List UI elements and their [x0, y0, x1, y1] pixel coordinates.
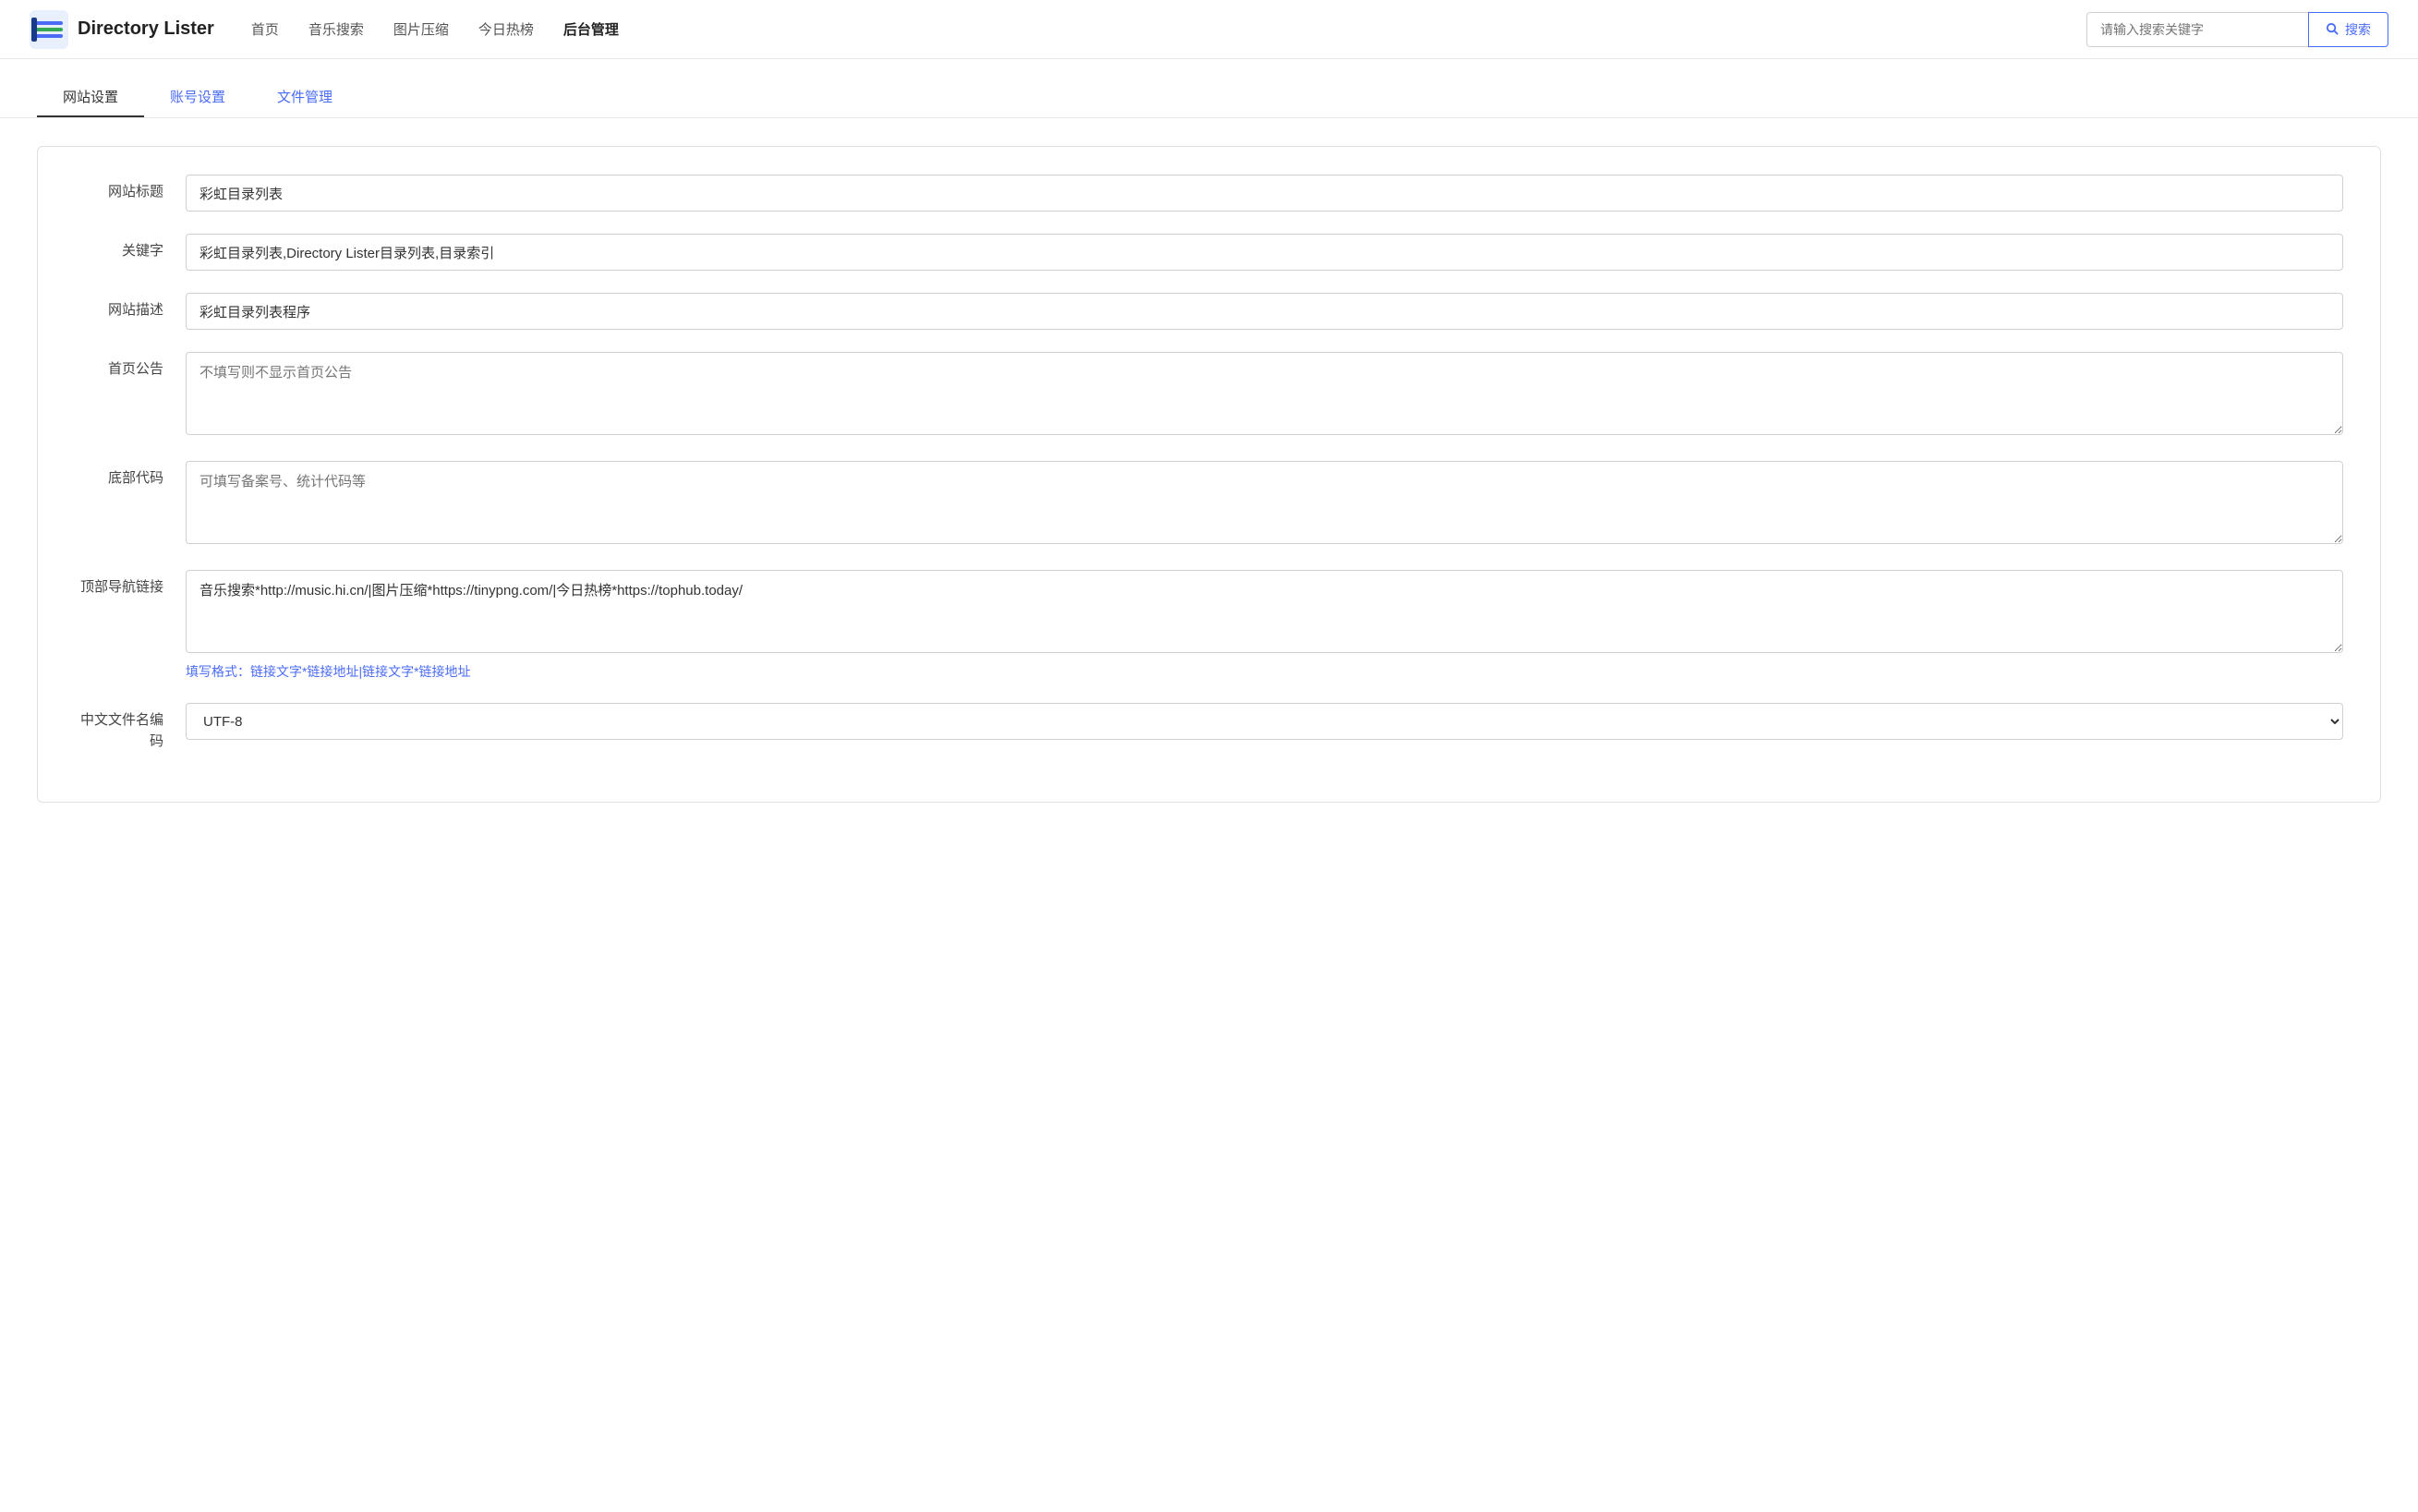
tab-website-settings[interactable]: 网站设置: [37, 78, 144, 117]
label-site-title: 网站标题: [75, 175, 186, 203]
control-description: [186, 293, 2343, 330]
tab-account-settings[interactable]: 账号设置: [144, 78, 251, 117]
nav-home[interactable]: 首页: [251, 19, 279, 39]
label-encoding: 中文文件名编码: [75, 703, 186, 752]
search-icon: [2326, 22, 2339, 36]
control-encoding: UTF-8 GBK: [186, 703, 2343, 740]
field-footer-code: 底部代码: [75, 461, 2343, 548]
tabs-container: 网站设置 账号设置 文件管理: [0, 59, 2418, 118]
logo-text: Directory Lister: [78, 18, 214, 40]
control-keywords: [186, 234, 2343, 271]
nav-admin[interactable]: 后台管理: [563, 19, 619, 39]
label-footer-code: 底部代码: [75, 461, 186, 490]
search-button[interactable]: 搜索: [2308, 12, 2388, 47]
tab-file-management[interactable]: 文件管理: [251, 78, 358, 117]
nav-image[interactable]: 图片压缩: [393, 19, 449, 39]
label-description: 网站描述: [75, 293, 186, 321]
field-keywords: 关键字: [75, 234, 2343, 271]
field-announcement: 首页公告: [75, 352, 2343, 439]
label-announcement: 首页公告: [75, 352, 186, 381]
field-site-title: 网站标题: [75, 175, 2343, 212]
field-description: 网站描述: [75, 293, 2343, 330]
control-nav-links: 音乐搜索*http://music.hi.cn/|图片压缩*https://ti…: [186, 570, 2343, 681]
input-description[interactable]: [186, 293, 2343, 330]
input-site-title[interactable]: [186, 175, 2343, 212]
search-input[interactable]: [2086, 12, 2308, 47]
search-area: 搜索: [2086, 12, 2388, 47]
nav-links-hint: 填写格式：链接文字*链接地址|链接文字*链接地址: [186, 662, 2343, 681]
nav-hot[interactable]: 今日热榜: [478, 19, 534, 39]
label-keywords: 关键字: [75, 234, 186, 262]
header: Directory Lister 首页 音乐搜索 图片压缩 今日热榜 后台管理 …: [0, 0, 2418, 59]
logo[interactable]: Directory Lister: [30, 10, 214, 49]
settings-card: 网站标题 关键字 网站描述 首页公告 底: [37, 146, 2381, 803]
field-nav-links: 顶部导航链接 音乐搜索*http://music.hi.cn/|图片压缩*htt…: [75, 570, 2343, 681]
nav-music[interactable]: 音乐搜索: [308, 19, 364, 39]
control-site-title: [186, 175, 2343, 212]
control-announcement: [186, 352, 2343, 439]
label-nav-links: 顶部导航链接: [75, 570, 186, 599]
textarea-footer-code[interactable]: [186, 461, 2343, 544]
control-footer-code: [186, 461, 2343, 548]
select-encoding[interactable]: UTF-8 GBK: [186, 703, 2343, 740]
main-nav: 首页 音乐搜索 图片压缩 今日热榜 后台管理: [251, 19, 2086, 39]
main-content: 网站标题 关键字 网站描述 首页公告 底: [0, 118, 2418, 830]
textarea-nav-links[interactable]: 音乐搜索*http://music.hi.cn/|图片压缩*https://ti…: [186, 570, 2343, 653]
field-encoding: 中文文件名编码 UTF-8 GBK: [75, 703, 2343, 752]
logo-icon: [30, 10, 68, 49]
textarea-announcement[interactable]: [186, 352, 2343, 435]
tabs: 网站设置 账号设置 文件管理: [37, 78, 2381, 117]
input-keywords[interactable]: [186, 234, 2343, 271]
